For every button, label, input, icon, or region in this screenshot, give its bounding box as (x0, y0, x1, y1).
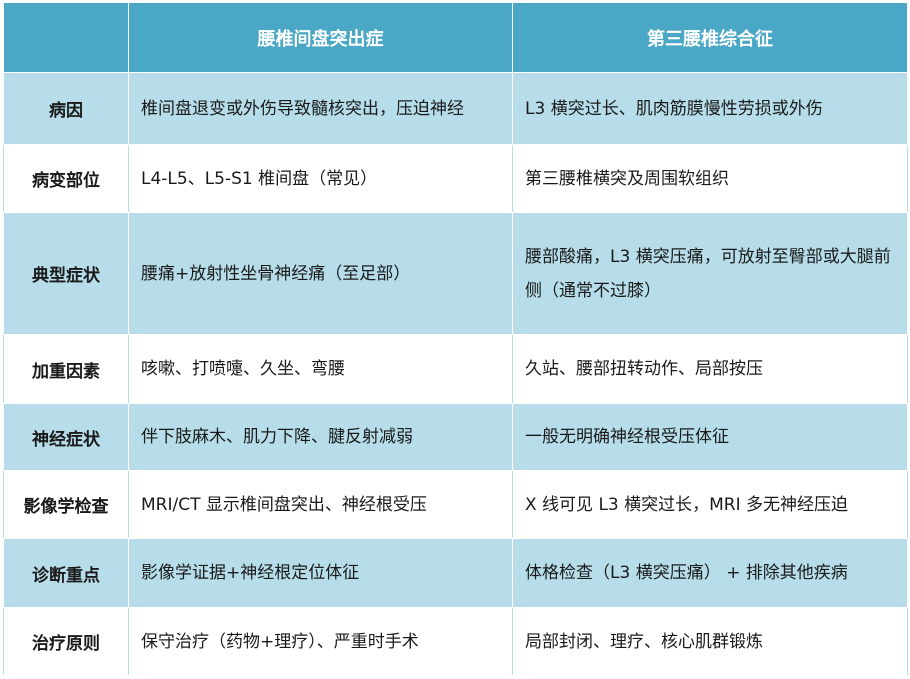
cell-disc-diagnosis-focus: 影像学证据+神经根定位体征 (128, 538, 513, 608)
table-row: 加重因素 咳嗽、打喷嚏、久坐、弯腰 久站、腰部扭转动作、局部按压 (3, 334, 908, 404)
table-row: 典型症状 腰痛+放射性坐骨神经痛（至足部） 腰部酸痛，L3 横突压痛，可放射至臀… (3, 212, 908, 335)
row-label-typical-symptoms: 典型症状 (3, 212, 129, 335)
cell-l3-treatment: 局部封闭、理疗、核心肌群锻炼 (512, 607, 908, 676)
table-row: 诊断重点 影像学证据+神经根定位体征 体格检查（L3 横突压痛） + 排除其他疾… (3, 538, 908, 608)
cell-disc-aggravating-factors: 咳嗽、打喷嚏、久坐、弯腰 (128, 334, 513, 404)
table-row: 病因 椎间盘退变或外伤导致髓核突出，压迫神经 L3 横突过长、肌肉筋膜慢性劳损或… (3, 72, 908, 145)
row-label-treatment: 治疗原则 (3, 607, 129, 676)
table-header-row: 腰椎间盘突出症 第三腰椎综合征 (3, 2, 908, 73)
header-third-lumbar-syndrome: 第三腰椎综合征 (512, 2, 908, 73)
header-lumbar-disc-herniation: 腰椎间盘突出症 (128, 2, 513, 73)
comparison-table-container: 腰椎间盘突出症 第三腰椎综合征 病因 椎间盘退变或外伤导致髓核突出，压迫神经 L… (0, 0, 910, 679)
header-corner-cell (3, 2, 129, 73)
cell-l3-typical-symptoms: 腰部酸痛，L3 横突压痛，可放射至臀部或大腿前侧（通常不过膝） (512, 212, 908, 335)
row-label-aggravating-factors: 加重因素 (3, 334, 129, 404)
cell-disc-lesion-site: L4-L5、L5-S1 椎间盘（常见） (128, 144, 513, 213)
row-label-cause: 病因 (3, 72, 129, 145)
table-row: 影像学检查 MRI/CT 显示椎间盘突出、神经根受压 X 线可见 L3 横突过长… (3, 470, 908, 539)
cell-disc-cause: 椎间盘退变或外伤导致髓核突出，压迫神经 (128, 72, 513, 145)
row-label-imaging: 影像学检查 (3, 470, 129, 539)
table-row: 病变部位 L4-L5、L5-S1 椎间盘（常见） 第三腰椎横突及周围软组织 (3, 144, 908, 213)
row-label-lesion-site: 病变部位 (3, 144, 129, 213)
table-row: 神经症状 伴下肢麻木、肌力下降、腱反射减弱 一般无明确神经根受压体征 (3, 403, 908, 471)
row-label-neuro-symptoms: 神经症状 (3, 403, 129, 471)
cell-disc-treatment: 保守治疗（药物+理疗）、严重时手术 (128, 607, 513, 676)
cell-disc-imaging: MRI/CT 显示椎间盘突出、神经根受压 (128, 470, 513, 539)
cell-l3-imaging: X 线可见 L3 横突过长，MRI 多无神经压迫 (512, 470, 908, 539)
cell-l3-neuro-symptoms: 一般无明确神经根受压体征 (512, 403, 908, 471)
cell-l3-cause: L3 横突过长、肌肉筋膜慢性劳损或外伤 (512, 72, 908, 145)
comparison-table: 腰椎间盘突出症 第三腰椎综合征 病因 椎间盘退变或外伤导致髓核突出，压迫神经 L… (3, 2, 908, 676)
row-label-diagnosis-focus: 诊断重点 (3, 538, 129, 608)
cell-l3-aggravating-factors: 久站、腰部扭转动作、局部按压 (512, 334, 908, 404)
table-row: 治疗原则 保守治疗（药物+理疗）、严重时手术 局部封闭、理疗、核心肌群锻炼 (3, 607, 908, 676)
cell-l3-diagnosis-focus: 体格检查（L3 横突压痛） + 排除其他疾病 (512, 538, 908, 608)
cell-l3-lesion-site: 第三腰椎横突及周围软组织 (512, 144, 908, 213)
cell-disc-typical-symptoms: 腰痛+放射性坐骨神经痛（至足部） (128, 212, 513, 335)
cell-disc-neuro-symptoms: 伴下肢麻木、肌力下降、腱反射减弱 (128, 403, 513, 471)
